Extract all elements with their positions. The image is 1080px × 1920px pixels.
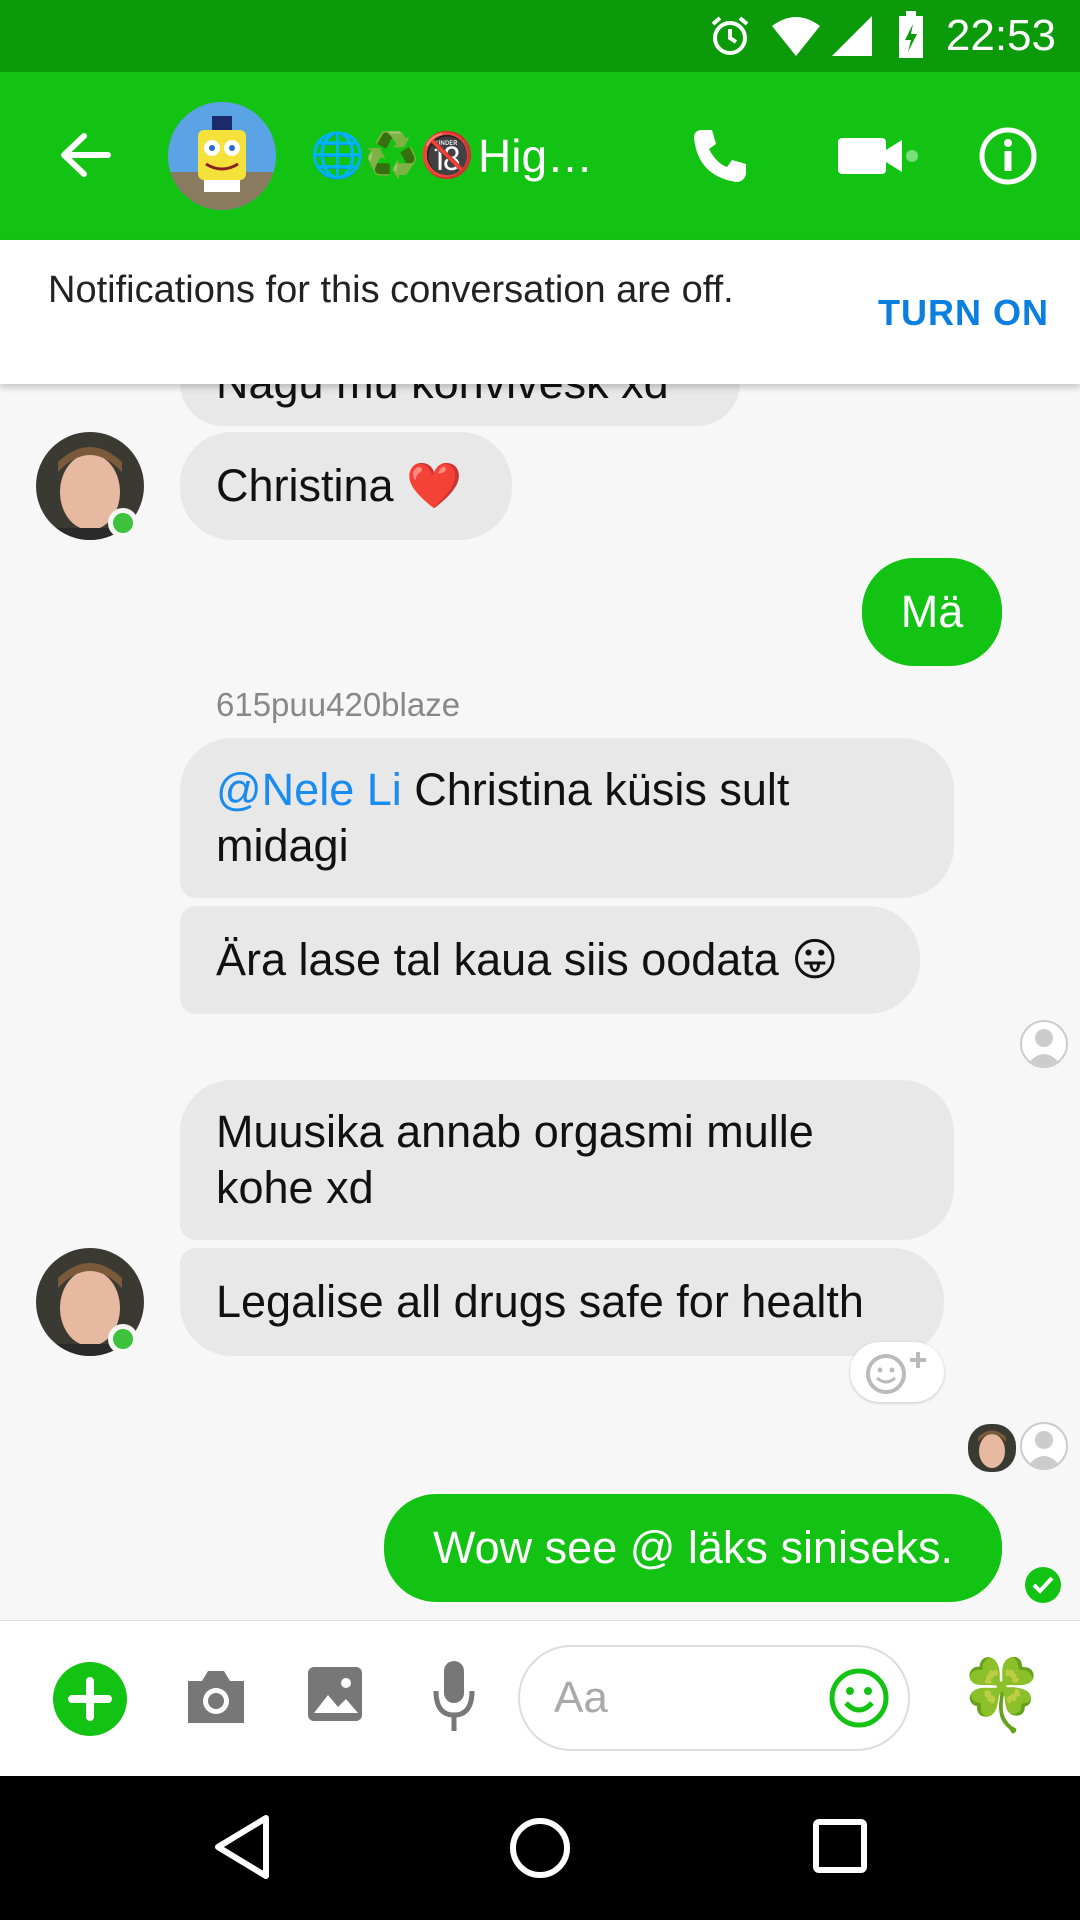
wifi-icon [772,17,820,56]
camera-icon[interactable] [184,1667,248,1727]
status-bar: 22:53 [0,0,1080,72]
battery-charging-icon [899,11,923,58]
heart-emoji: ❤️ [406,460,463,511]
message-bubble[interactable]: Legalise all drugs safe for health [180,1248,944,1356]
add-reaction-icon [866,1352,926,1394]
notification-text: Notifications for this conversation are … [48,269,734,311]
message-input[interactable]: Aa [518,1645,910,1751]
message-bubble-sent[interactable]: Wow see @ läks siniseks. [384,1494,1002,1602]
info-icon[interactable] [978,126,1038,186]
message-text: Legalise all drugs safe for health [216,1276,864,1327]
read-receipt-avatar [966,1422,1018,1474]
group-emoji: 🌐♻️🔞 [310,131,475,180]
navigation-bar [0,1776,1080,1920]
recents-nav-icon[interactable] [812,1818,868,1874]
image-icon[interactable] [306,1665,364,1723]
delivered-check-icon [1025,1567,1061,1603]
cell-signal-icon [832,16,872,56]
message-bubble[interactable]: Christina ❤️ [180,432,512,540]
alarm-icon [711,16,749,55]
video-camera-icon[interactable] [836,132,920,180]
back-nav-icon[interactable] [212,1814,272,1880]
message-text: Wow see @ läks siniseks. [432,1522,953,1573]
message-text: Christina [216,460,394,511]
microphone-icon[interactable] [432,1659,476,1735]
status-time: 22:53 [945,11,1056,60]
emoji-icon[interactable] [828,1667,890,1729]
sender-name: 615puu420blaze [216,686,461,723]
conversation-header: 🌐♻️🔞 Hig… [0,72,1080,240]
read-receipt-avatar [1020,1020,1068,1068]
phone-icon[interactable] [690,126,750,186]
turn-on-button[interactable]: TURN ON [878,292,1049,334]
message-input-placeholder: Aa [554,1673,608,1722]
add-reaction-button[interactable] [850,1342,944,1402]
message-text: Ära lase tal kaua siis oodata [216,934,779,985]
read-receipt-avatar [1020,1422,1068,1470]
composer-bar: Aa 🍀 [0,1620,1080,1777]
message-bubble-sent[interactable]: Mä [862,558,1002,666]
group-avatar[interactable] [168,102,276,210]
message-bubble[interactable]: Muusika annab orgasmi mulle kohe xd [180,1080,954,1240]
message-text: Muusika annab orgasmi mulle kohe xd [216,1106,814,1213]
arrow-left-icon[interactable] [58,128,112,182]
online-indicator [108,508,138,538]
add-icon[interactable] [52,1661,128,1737]
message-text: Mä [900,586,964,637]
conversation-title[interactable]: Hig… [478,128,593,184]
online-indicator [108,1324,138,1354]
message-bubble[interactable]: @Nele Li Christina küsis sult midagi [180,738,954,898]
clover-quick-reaction[interactable]: 🍀 [958,1655,1045,1735]
message-bubble[interactable]: Ära lase tal kaua siis oodata 😛 [180,906,920,1014]
tongue-emoji: 😛 [791,934,839,985]
mention-link[interactable]: @Nele Li [216,764,402,815]
home-nav-icon[interactable] [508,1816,572,1880]
